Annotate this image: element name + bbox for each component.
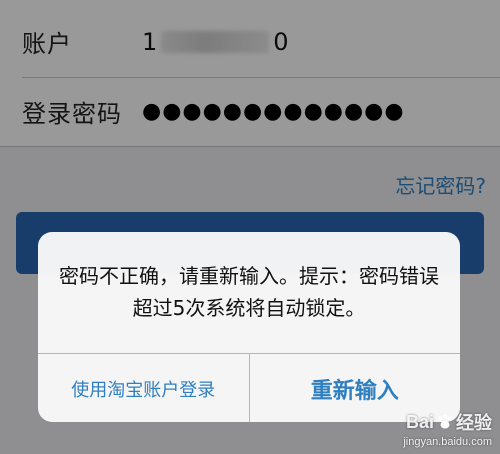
login-screen: 账户 1 0 登录密码 ●●●●●●●●●●●●● 忘记密码? 密码不正确，请重…	[0, 0, 500, 454]
watermark-brand: Bai 经验	[403, 409, 492, 435]
alert-message: 密码不正确，请重新输入。提示：密码错误超过5次系统将自动锁定。	[59, 264, 439, 320]
watermark-brand-left: Bai	[405, 411, 434, 432]
paw-icon	[438, 414, 452, 429]
watermark-url: jingyan.baidu.com	[403, 436, 492, 448]
use-taobao-login-button[interactable]: 使用淘宝账户登录	[38, 354, 250, 422]
error-alert-dialog: 密码不正确，请重新输入。提示：密码错误超过5次系统将自动锁定。 使用淘宝账户登录…	[38, 232, 460, 422]
watermark-brand-right: 经验	[456, 413, 492, 433]
baidu-jingyan-watermark: Bai 经验 jingyan.baidu.com	[403, 409, 492, 449]
alert-actions: 使用淘宝账户登录 重新输入	[38, 353, 460, 422]
